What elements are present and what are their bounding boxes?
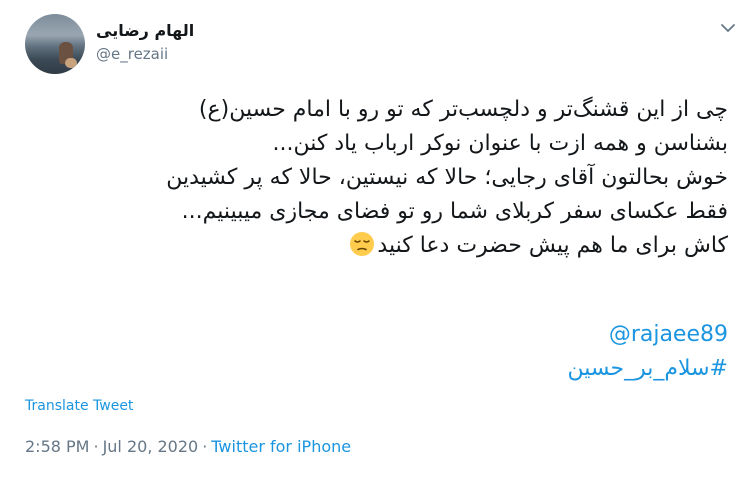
display-name[interactable]: الهام رضایی [96,20,194,42]
user-info[interactable]: الهام رضایی @e_rezaii [96,20,194,64]
separator: · [202,437,208,456]
tweet-source-link[interactable]: Twitter for iPhone [211,437,351,456]
hashtag-link[interactable]: #سلام_بر_حسین [568,352,729,386]
tweet-time[interactable]: 2:58 PM [25,437,89,456]
tweet-line: بشناسن و همه ازت با عنوان نوکر ارباب یاد… [272,131,728,156]
tweet-line: خوش بحالتون آقای رجایی؛ حالا که نیستین، … [166,165,728,190]
tweet-line: چی از این قشنگ‌تر و دلچسب‌تر که تو رو با… [198,97,728,122]
translate-tweet-link[interactable]: Translate Tweet [25,398,133,414]
user-handle[interactable]: @e_rezaii [96,44,194,64]
pensive-face-emoji [350,232,375,256]
tweet-line-text: کاش برای ما هم پیش حضرت دعا کنید [377,233,728,258]
tweet-date[interactable]: Jul 20, 2020 [103,437,199,456]
tweet-links: @rajaee89 #سلام_بر_حسین [568,318,729,386]
tweet-line-last: کاش برای ما هم پیش حضرت دعا کنید [24,229,728,263]
chevron-down-icon[interactable] [720,22,736,34]
avatar-figure-detail [65,58,77,68]
separator: · [93,437,99,456]
tweet-line: فقط عکسای سفر کربلای شما رو تو فضای مجاز… [181,199,728,224]
avatar[interactable] [25,14,85,74]
mention-link[interactable]: @rajaee89 [568,318,728,352]
tweet-text: چی از این قشنگ‌تر و دلچسب‌تر که تو رو با… [24,93,728,263]
tweet-meta: 2:58 PM · Jul 20, 2020 · Twitter for iPhone [25,437,351,456]
tweet-card: الهام رضایی @e_rezaii چی از این قشنگ‌تر … [0,0,754,481]
